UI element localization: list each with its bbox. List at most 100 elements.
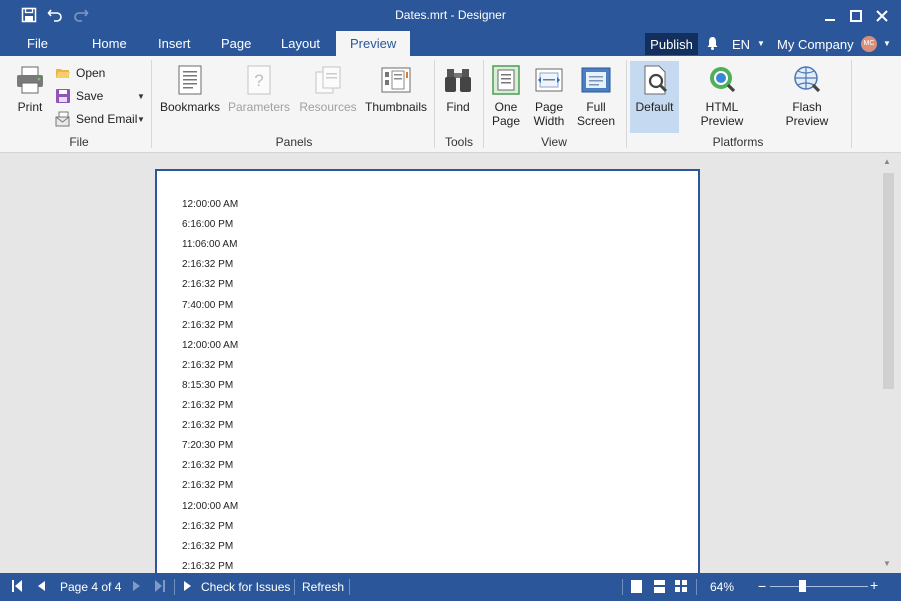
thumbnails-button[interactable]: Thumbnails	[364, 64, 428, 114]
file-group-label: File	[69, 135, 89, 149]
report-row: 2:16:32 PM	[182, 420, 234, 431]
zoom-slider-track[interactable]	[770, 586, 868, 587]
scroll-up-icon[interactable]: ▲	[883, 157, 891, 166]
report-row: 2:16:32 PM	[182, 279, 234, 290]
continuous-view-icon[interactable]	[654, 580, 665, 596]
status-divider	[349, 579, 350, 595]
report-row: 2:16:32 PM	[182, 561, 234, 572]
report-row: 7:20:30 PM	[182, 440, 234, 451]
report-preview-area: 12:00:00 AM 6:16:00 PM 11:06:00 AM 2:16:32 …	[0, 153, 901, 589]
publish-button[interactable]: Publish	[645, 33, 698, 55]
maximize-icon[interactable]	[846, 6, 866, 26]
resources-label: Resources	[299, 100, 357, 114]
close-icon[interactable]	[872, 6, 892, 26]
page-width-label-1: Page	[534, 100, 564, 114]
title-bar: Dates.mrt - Designer	[0, 0, 901, 31]
find-label: Find	[446, 100, 470, 114]
report-row: 8:15:30 PM	[182, 380, 234, 391]
report-row: 12:00:00 AM	[182, 199, 239, 210]
group-divider	[851, 60, 852, 148]
window-title: Dates.mrt - Designer	[395, 8, 506, 22]
tab-page[interactable]: Page	[221, 36, 251, 51]
full-screen-label-1: Full	[586, 100, 606, 114]
status-divider	[174, 579, 175, 595]
send-email-label: Send Email	[76, 112, 138, 126]
flash-preview-button[interactable]: Flash Preview	[771, 64, 843, 128]
zoom-out-icon[interactable]: −	[758, 578, 766, 594]
zoom-slider-thumb[interactable]	[799, 580, 806, 592]
avatar[interactable]: MC	[861, 36, 877, 52]
folder-open-icon	[56, 69, 70, 78]
refresh-button[interactable]: Refresh	[302, 580, 344, 594]
parameters-button[interactable]: ? Parameters	[227, 64, 291, 114]
save-button[interactable]: Save	[55, 88, 103, 104]
thumbnails-label: Thumbnails	[364, 100, 428, 114]
ribbon-preview: Print Open Save ▼ Send Email ▼ File Book…	[0, 56, 901, 153]
one-page-button[interactable]: One Page	[489, 64, 523, 128]
previous-page-icon[interactable]	[37, 580, 46, 595]
report-page: 12:00:00 AM 6:16:00 PM 11:06:00 AM 2:16:32 …	[155, 169, 700, 589]
language-chevron-down-icon[interactable]: ▼	[757, 39, 765, 48]
next-page-icon[interactable]	[132, 580, 141, 595]
status-divider	[294, 579, 295, 595]
default-label: Default	[635, 100, 674, 114]
find-button[interactable]: Find	[443, 64, 473, 114]
single-page-view-icon[interactable]	[631, 580, 642, 596]
vertical-scrollbar[interactable]: ▲ ▼	[880, 153, 897, 573]
group-divider	[626, 60, 627, 148]
save-chevron-down-icon[interactable]: ▼	[137, 92, 145, 101]
tab-home[interactable]: Home	[92, 36, 127, 51]
report-row: 2:16:32 PM	[182, 460, 234, 471]
flash-preview-icon	[794, 66, 821, 93]
full-screen-icon	[581, 67, 611, 93]
html-preview-label: HTML Preview	[700, 100, 744, 128]
default-platform-button[interactable]: Default	[630, 61, 679, 133]
parameters-label: Parameters	[227, 100, 291, 114]
language-selector[interactable]: EN	[732, 37, 750, 52]
report-row: 2:16:32 PM	[182, 259, 234, 270]
report-row: 12:00:00 AM	[182, 501, 239, 512]
page-width-button[interactable]: Page Width	[531, 64, 567, 128]
notification-bell-icon[interactable]	[706, 36, 719, 53]
first-page-icon[interactable]	[11, 579, 23, 596]
page-indicator: Page 4 of 4	[60, 580, 122, 594]
last-page-icon[interactable]	[154, 579, 166, 596]
resources-button[interactable]: Resources	[299, 64, 357, 114]
platforms-group-label: Platforms	[712, 135, 764, 149]
tab-insert[interactable]: Insert	[158, 36, 191, 51]
tab-preview[interactable]: Preview	[336, 31, 411, 56]
one-page-label-1: One	[494, 100, 518, 114]
send-email-chevron-down-icon[interactable]: ▼	[137, 115, 145, 124]
scroll-down-icon[interactable]: ▼	[883, 559, 891, 568]
check-for-issues-button[interactable]: Check for Issues	[201, 580, 290, 594]
html-preview-button[interactable]: HTML Preview	[684, 64, 760, 128]
send-email-button[interactable]: Send Email	[55, 111, 137, 127]
print-label: Print	[17, 100, 43, 114]
bookmarks-button[interactable]: Bookmarks	[159, 64, 221, 114]
printer-icon	[17, 66, 43, 94]
page-width-icon	[535, 68, 563, 92]
report-row: 2:16:32 PM	[182, 320, 234, 331]
print-button[interactable]: Print	[12, 64, 48, 114]
minimize-icon[interactable]	[820, 6, 840, 26]
play-icon[interactable]	[183, 580, 192, 595]
default-preview-icon	[644, 65, 667, 95]
email-icon	[55, 111, 70, 127]
zoom-in-icon[interactable]: +	[870, 577, 878, 593]
flash-preview-label: Flash Preview	[785, 100, 829, 128]
company-name[interactable]: My Company	[777, 37, 854, 52]
scrollbar-thumb[interactable]	[883, 173, 894, 389]
tab-file[interactable]: File	[27, 36, 48, 51]
report-row: 11:06:00 AM	[182, 239, 238, 250]
open-button[interactable]: Open	[55, 65, 105, 81]
status-bar: Page 4 of 4 Check for Issues Refresh 64%…	[0, 573, 901, 601]
full-screen-button[interactable]: Full Screen	[577, 64, 615, 128]
bookmarks-icon	[178, 65, 202, 95]
full-screen-label-2: Screen	[576, 114, 616, 128]
status-divider	[622, 579, 623, 595]
multiple-pages-view-icon[interactable]	[675, 580, 687, 595]
bookmarks-label: Bookmarks	[159, 100, 221, 114]
account-chevron-down-icon[interactable]: ▼	[883, 39, 891, 48]
report-row: 7:40:00 PM	[182, 300, 234, 311]
tab-layout[interactable]: Layout	[281, 36, 320, 51]
